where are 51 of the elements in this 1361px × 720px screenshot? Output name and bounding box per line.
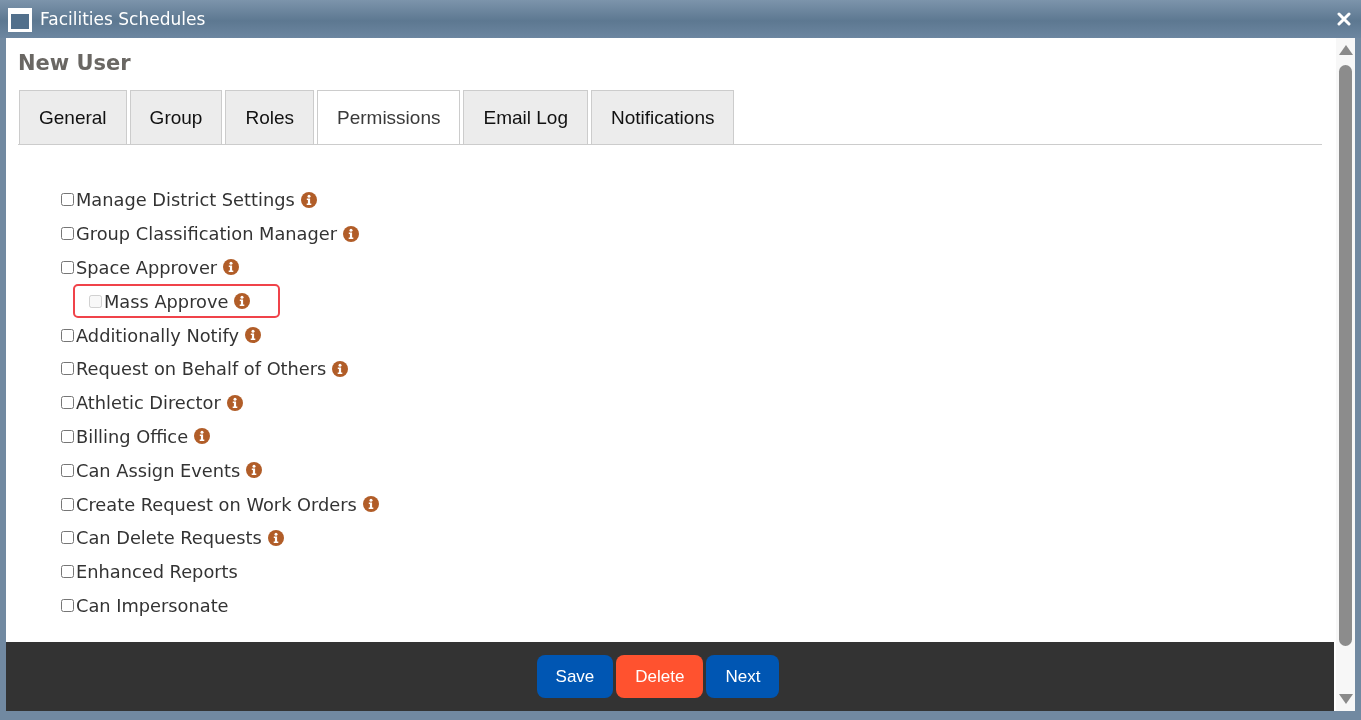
action-button[interactable]: Next bbox=[706, 655, 780, 698]
info-icon[interactable] bbox=[244, 327, 261, 344]
permission-label: Create Request on Work Orders bbox=[76, 493, 357, 515]
scrollbar-thumb[interactable] bbox=[1339, 65, 1352, 646]
checkbox[interactable] bbox=[61, 497, 74, 511]
checkbox[interactable] bbox=[61, 362, 74, 376]
permission-label: Can Impersonate bbox=[76, 594, 229, 616]
checkbox[interactable] bbox=[61, 463, 74, 477]
permission-label: Group Classification Manager bbox=[76, 223, 338, 245]
permission-label: Can Delete Requests bbox=[76, 527, 262, 549]
permission-label: Space Approver bbox=[76, 257, 218, 278]
info-icon[interactable] bbox=[362, 496, 379, 513]
down-arrow-icon[interactable] bbox=[1338, 694, 1353, 704]
close-button[interactable] bbox=[1337, 12, 1351, 26]
permission-label: Athletic Director bbox=[76, 392, 221, 414]
info-icon[interactable] bbox=[223, 259, 240, 276]
checkbox[interactable] bbox=[61, 396, 74, 410]
tab[interactable]: Group bbox=[129, 90, 223, 144]
checkbox[interactable] bbox=[61, 193, 74, 207]
close-icon bbox=[1337, 12, 1351, 26]
checkbox[interactable] bbox=[61, 227, 74, 241]
info-icon[interactable] bbox=[267, 529, 284, 546]
info-icon[interactable] bbox=[226, 394, 243, 411]
permission-label: Can Assign Events bbox=[76, 459, 241, 481]
checkbox[interactable] bbox=[61, 565, 74, 579]
up-arrow-icon[interactable] bbox=[1338, 45, 1353, 55]
info-icon[interactable] bbox=[343, 225, 360, 242]
tab[interactable]: Notifications bbox=[591, 90, 735, 144]
permission-label: Request on Behalf of Others bbox=[76, 358, 327, 380]
tab[interactable]: Permissions bbox=[317, 90, 461, 144]
checkbox[interactable] bbox=[61, 429, 74, 443]
tab[interactable]: Roles bbox=[225, 90, 314, 144]
info-icon[interactable] bbox=[194, 428, 211, 445]
checkbox[interactable] bbox=[61, 531, 74, 545]
permission-label: Additionally Notify bbox=[76, 324, 239, 346]
checkbox[interactable] bbox=[61, 261, 74, 274]
checkbox[interactable] bbox=[61, 328, 74, 342]
window-icon bbox=[8, 8, 32, 32]
window-title: Facilities Schedules bbox=[40, 9, 207, 29]
permission-label: Mass Approve bbox=[104, 290, 229, 312]
permission-label: Enhanced Reports bbox=[76, 561, 238, 583]
tab[interactable]: Email Log bbox=[463, 90, 588, 144]
permission-label: Billing Office bbox=[76, 425, 189, 447]
checkbox[interactable] bbox=[61, 598, 74, 612]
tab[interactable]: General bbox=[19, 90, 127, 144]
permission-label: Manage District Settings bbox=[76, 189, 295, 211]
info-icon[interactable] bbox=[300, 191, 317, 208]
action-button[interactable]: Save bbox=[536, 655, 614, 698]
info-icon[interactable] bbox=[332, 360, 349, 377]
info-icon[interactable] bbox=[246, 462, 263, 479]
dialog-heading: New User bbox=[18, 50, 132, 76]
